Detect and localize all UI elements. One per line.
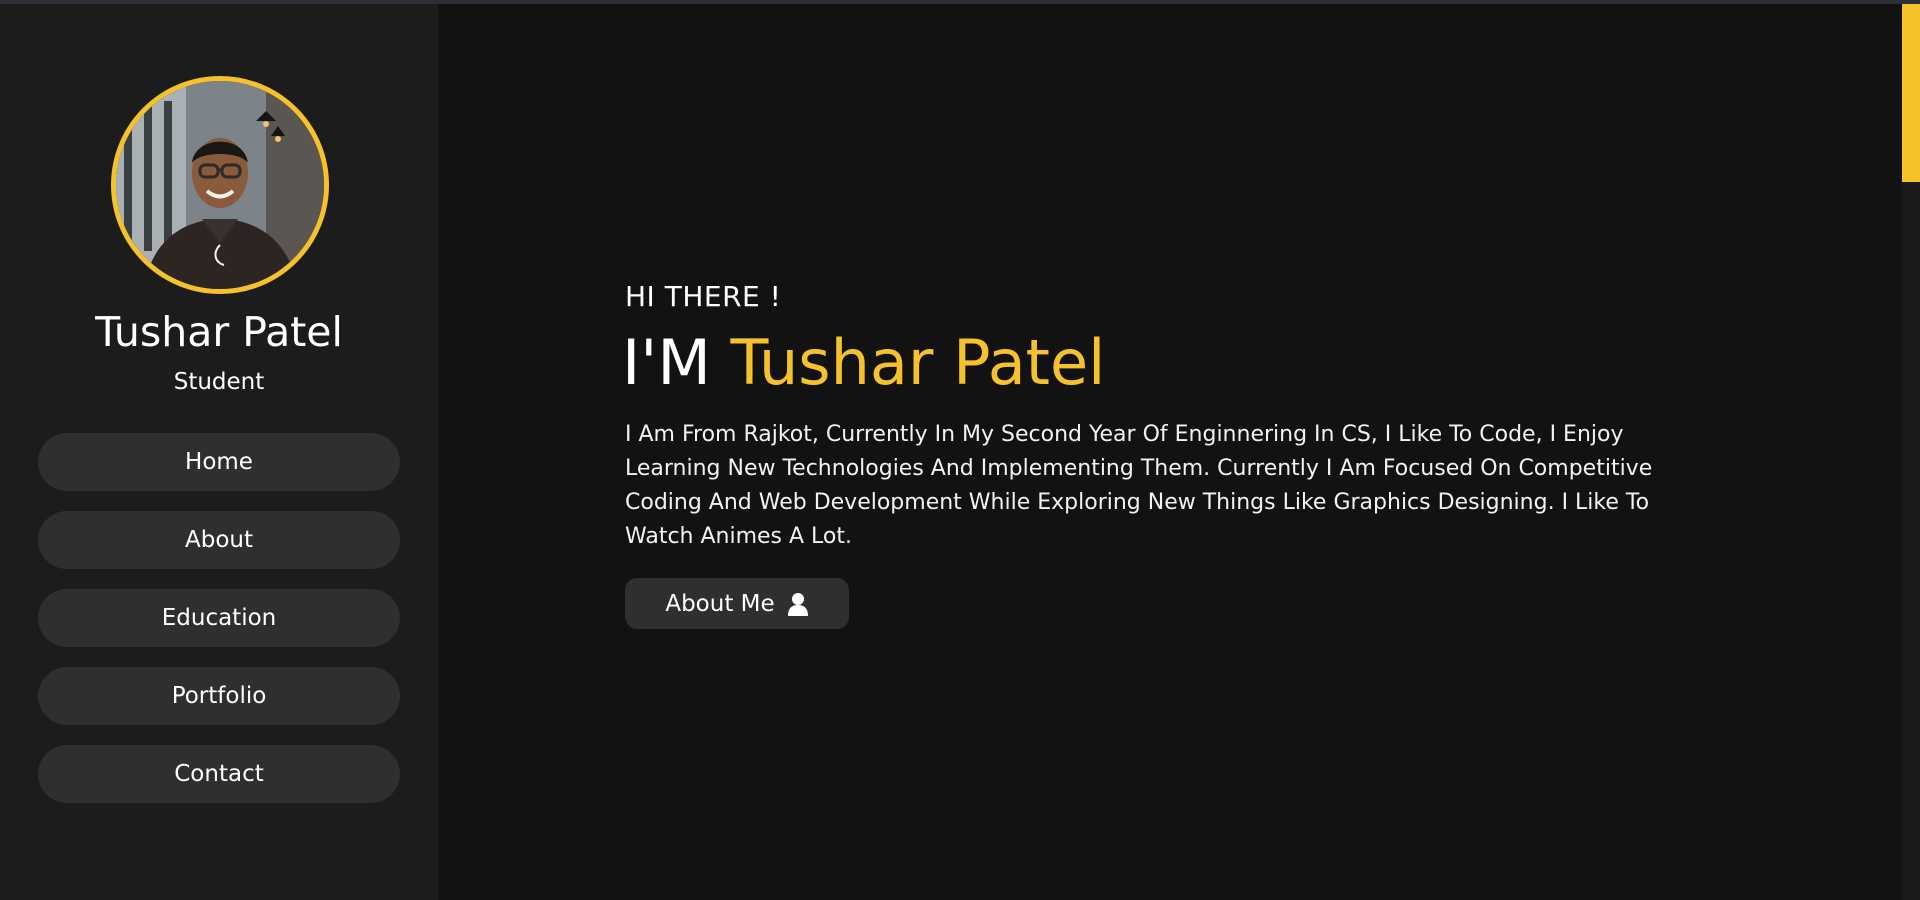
nav-about-button[interactable]: About (38, 511, 400, 569)
about-me-label: About Me (665, 590, 775, 617)
nav-contact-button[interactable]: Contact (38, 745, 400, 803)
sidebar-name: Tushar Patel (95, 308, 343, 356)
hero-headline: I'M Tushar Patel (622, 326, 1105, 400)
hero-name: Tushar Patel (730, 326, 1106, 399)
nav-education-button[interactable]: Education (38, 589, 400, 647)
sidebar-navigation: Home About Education Portfolio Contact (38, 433, 400, 823)
nav-portfolio-button[interactable]: Portfolio (38, 667, 400, 725)
scrollbar-thumb[interactable] (1902, 4, 1920, 182)
hero-bio: I Am From Rajkot, Currently In My Second… (625, 422, 1653, 549)
sidebar: Tushar Patel Student Home About Educatio… (0, 4, 438, 900)
about-me-button[interactable]: About Me (625, 578, 849, 629)
hero-greeting: HI THERE ! (625, 280, 782, 313)
nav-home-button[interactable]: Home (38, 433, 400, 491)
avatar (111, 76, 329, 294)
user-icon (787, 592, 809, 616)
sidebar-role: Student (173, 369, 265, 395)
hero-prefix: I'M (622, 326, 711, 399)
